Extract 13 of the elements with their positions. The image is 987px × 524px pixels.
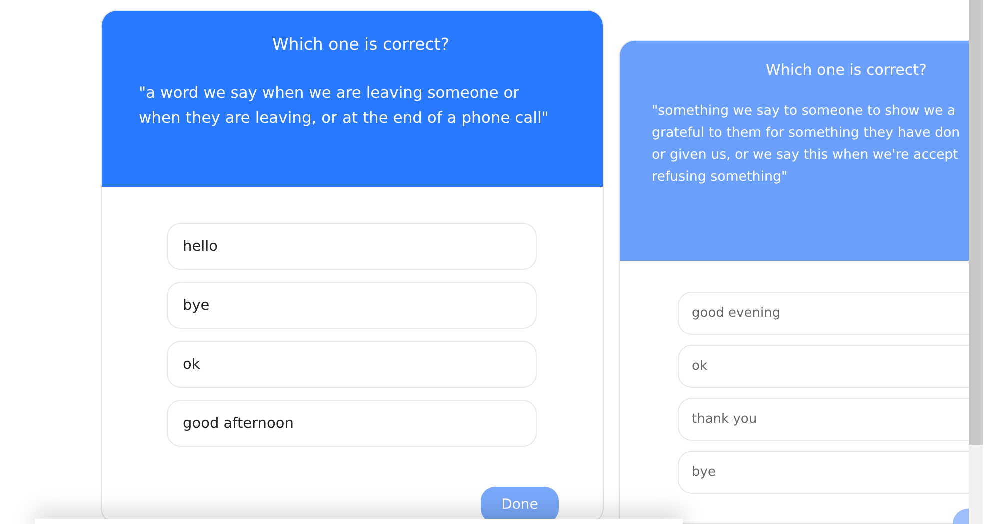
question-title: Which one is correct? <box>765 61 928 79</box>
answer-option[interactable]: bye <box>167 282 537 329</box>
answer-option[interactable]: thank you <box>678 398 969 441</box>
answer-option[interactable]: good afternoon <box>167 400 537 447</box>
scrollbar[interactable] <box>969 0 983 524</box>
question-title: Which one is correct? <box>271 35 451 54</box>
answer-option[interactable]: bye <box>678 451 969 494</box>
answer-option[interactable]: hello <box>167 223 537 270</box>
definition-text: "something we say to someone to show we a grateful to them for something they have don or given us, or we say this when we're accept refusing something" <box>652 103 962 187</box>
definition-text: "a word we say when we are leaving someone or when they are leaving, or at the end of a phone call" <box>139 83 550 129</box>
answer-option[interactable]: ok <box>678 345 969 388</box>
answer-option[interactable]: good evening <box>678 292 969 335</box>
answer-option[interactable]: ok <box>167 341 537 388</box>
